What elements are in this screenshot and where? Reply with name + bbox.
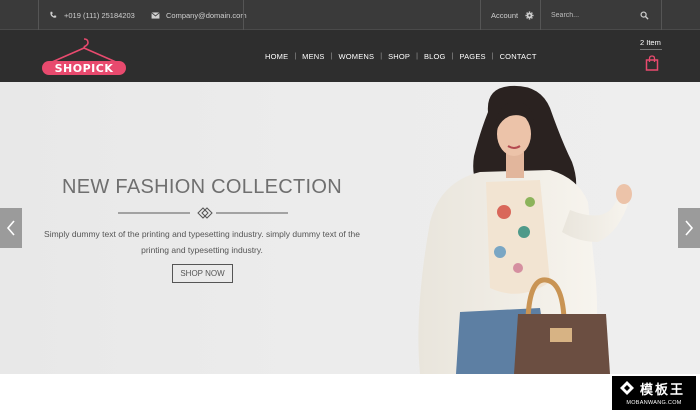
nav-blog[interactable]: BLOG bbox=[419, 52, 451, 61]
mail-icon bbox=[150, 10, 160, 20]
nav-contact[interactable]: CONTACT bbox=[495, 52, 542, 61]
divider bbox=[38, 0, 39, 30]
account-link[interactable]: Account bbox=[491, 0, 534, 30]
chevron-right-icon bbox=[685, 220, 694, 236]
divider bbox=[480, 0, 481, 30]
nav-home[interactable]: HOME bbox=[260, 52, 293, 61]
search-box bbox=[551, 0, 661, 30]
shop-now-button[interactable]: SHOP NOW bbox=[172, 264, 233, 283]
main-nav: HOME | MENS | WOMENS | SHOP | BLOG | PAG… bbox=[260, 30, 542, 82]
ornament-divider bbox=[118, 207, 288, 219]
nav-mens[interactable]: MENS bbox=[297, 52, 329, 61]
logo[interactable]: SHOPICK bbox=[38, 36, 130, 78]
hero-model-image bbox=[418, 85, 632, 374]
search-icon[interactable] bbox=[639, 10, 649, 20]
watermark-cn-text: 模板王 bbox=[640, 382, 686, 397]
watermark-en-text: MOBANWANG.COM bbox=[626, 400, 682, 406]
phone-contact[interactable]: +019 (111) 25184203 bbox=[48, 0, 135, 30]
hero-description: Simply dummy text of the printing and ty… bbox=[44, 229, 360, 255]
phone-icon bbox=[48, 10, 58, 20]
divider bbox=[540, 0, 541, 30]
shopping-bag-icon[interactable] bbox=[645, 55, 659, 71]
hero-title: NEW FASHION COLLECTION bbox=[62, 176, 342, 198]
email-contact[interactable]: Company@domain.com bbox=[150, 0, 247, 30]
slider-prev-button[interactable] bbox=[0, 208, 22, 248]
logo-text: SHOPICK bbox=[42, 61, 126, 75]
slider-next-button[interactable] bbox=[678, 208, 700, 248]
nav-pages[interactable]: PAGES bbox=[454, 52, 490, 61]
divider bbox=[661, 0, 662, 30]
search-input[interactable] bbox=[551, 7, 631, 23]
divider bbox=[243, 0, 244, 30]
gear-icon bbox=[524, 10, 534, 20]
chevron-left-icon bbox=[6, 220, 15, 236]
main-header: SHOPICK HOME | MENS | WOMENS | SHOP | BL… bbox=[0, 30, 700, 82]
email-address: Company@domain.com bbox=[166, 10, 247, 20]
phone-number: +019 (111) 25184203 bbox=[64, 10, 135, 20]
hero-slider: NEW FASHION COLLECTION Simply dummy text… bbox=[0, 82, 700, 374]
top-bar: +019 (111) 25184203 Company@domain.com A… bbox=[0, 0, 700, 30]
nav-womens[interactable]: WOMENS bbox=[333, 52, 379, 61]
cart-count[interactable]: 2 Item bbox=[640, 38, 661, 47]
watermark-logo: 模板王 MOBANWANG.COM bbox=[612, 376, 696, 410]
hanger-icon bbox=[51, 38, 117, 63]
account-label: Account bbox=[491, 10, 519, 20]
nav-shop[interactable]: SHOP bbox=[383, 52, 415, 61]
divider bbox=[640, 49, 662, 50]
watermark-icon bbox=[620, 381, 634, 395]
